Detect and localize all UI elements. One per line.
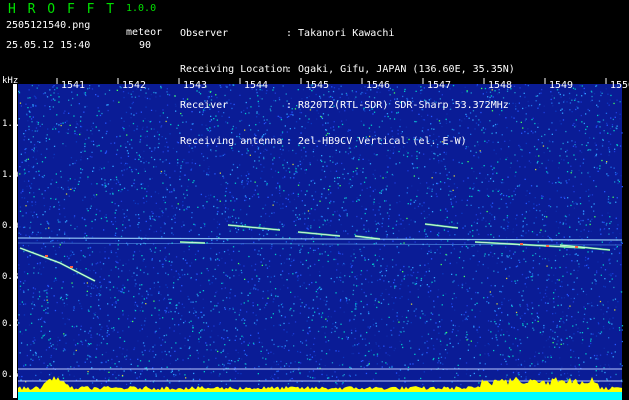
echo-highlight — [520, 243, 523, 245]
x-tick-label: 1549 — [549, 80, 574, 91]
echo-highlight — [575, 246, 578, 248]
baseline-bar — [18, 391, 622, 400]
antenna-value: : 2el-HB9CV Vertical (el. E-W) — [286, 136, 467, 147]
app-title: H R O F F T — [8, 2, 117, 17]
x-tick-label: 1545 — [305, 80, 330, 91]
y-axis-bar — [13, 84, 17, 398]
app-version: 1.0.0 — [126, 3, 157, 14]
x-tick-label: 1542 — [122, 80, 147, 91]
observer-value: : Takanori Kawachi — [286, 28, 395, 39]
x-tick-label: 1543 — [183, 80, 208, 91]
y-axis-unit: kHz — [2, 76, 19, 86]
y-tick-label: 0.7 — [2, 319, 19, 329]
capture-datetime: 25.05.12 15:40 — [6, 40, 91, 51]
receiver-value: : R820T2(RTL-SDR) SDR-Sharp 53.372MHz — [286, 100, 509, 111]
x-tick-label: 1548 — [488, 80, 513, 91]
y-tick-label: 0.9 — [2, 221, 19, 231]
receiver-label: Receiver — [180, 100, 229, 111]
y-tick-label: 0.8 — [2, 272, 19, 282]
x-tick-label: 1544 — [244, 80, 269, 91]
y-tick-label: 1.0 — [2, 170, 19, 180]
x-tick-label: 1550 — [610, 80, 629, 91]
detection-count: 90 — [139, 40, 152, 51]
echo-highlight — [45, 255, 48, 257]
x-tick-label: 1546 — [366, 80, 391, 91]
file-name: 2505121540.png — [6, 20, 91, 31]
echo-highlight — [70, 266, 73, 268]
detection-label: meteor — [126, 27, 163, 38]
y-tick-label: 0.6 — [2, 370, 19, 380]
echo-highlight — [546, 245, 549, 247]
x-tick-label: 1541 — [61, 80, 86, 91]
observer-label: Observer — [180, 28, 229, 39]
location-value: : Ogaki, Gifu, JAPAN (136.60E, 35.35N) — [286, 64, 515, 75]
antenna-label: Receiving antenna — [180, 136, 283, 147]
location-label: Receiving Location — [180, 64, 289, 75]
y-tick-label: 1.1 — [2, 119, 19, 129]
x-tick-label: 1547 — [427, 80, 452, 91]
